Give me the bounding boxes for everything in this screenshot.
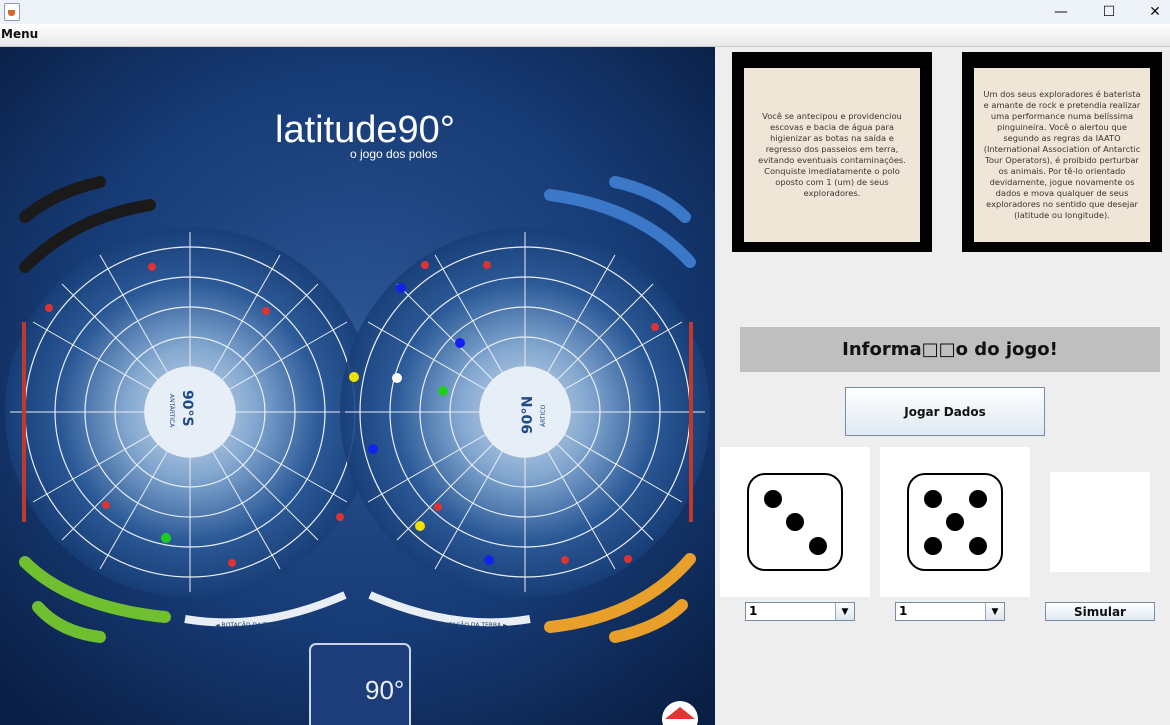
java-app-icon	[4, 3, 20, 21]
menu-item-menu[interactable]: Menu	[1, 27, 38, 41]
simulation-result-box	[1050, 472, 1150, 572]
board-image: latitude90° o jogo dos polos 90°S ANTÁRT…	[0, 47, 715, 725]
die-2	[907, 473, 1003, 571]
die-pip	[924, 537, 942, 555]
die-1-value-select[interactable]: 1 ▼	[745, 602, 855, 621]
deck-label: 90°	[365, 675, 404, 705]
rotation-label-right: ROTAÇÃO DA TERRA ►	[440, 622, 508, 629]
roll-dice-button-label: Jogar Dados	[904, 404, 986, 419]
menu-bar: Menu	[0, 24, 1170, 47]
game-board[interactable]: latitude90° o jogo dos polos 90°S ANTÁRT…	[0, 47, 715, 725]
die-2-select-value: 1	[899, 604, 908, 618]
south-pole-sublabel: ANTÁRTICA	[168, 394, 175, 428]
north-pole-sublabel: ÁRTICO	[540, 405, 547, 427]
event-card-2-text: Um dos seus exploradores é baterista e a…	[983, 89, 1141, 220]
window-titlebar: — ☐ ✕	[0, 0, 1170, 24]
north-pole-label: 90°N	[520, 396, 536, 434]
die-pip	[946, 513, 964, 531]
southern-hemisphere-globe: 90°S ANTÁRTICA	[5, 227, 375, 597]
board-title: latitude90°	[275, 109, 455, 151]
die-pip	[809, 537, 827, 555]
chevron-down-icon[interactable]: ▼	[985, 603, 1004, 620]
die-2-value-select[interactable]: 1 ▼	[895, 602, 1005, 621]
event-card-1: Você se antecipou e providenciou escovas…	[732, 52, 932, 252]
die-2-panel	[880, 447, 1030, 597]
die-1-select-value: 1	[749, 604, 758, 618]
simulate-button[interactable]: Simular	[1045, 602, 1155, 621]
northern-hemisphere-globe: 90°N ÁRTICO	[340, 227, 710, 597]
event-card-2: Um dos seus exploradores é baterista e a…	[962, 52, 1162, 252]
die-pip	[786, 513, 804, 531]
die-pip	[924, 490, 942, 508]
die-pip	[969, 490, 987, 508]
die-1-panel	[720, 447, 870, 597]
minimize-button[interactable]: —	[1038, 0, 1084, 24]
maximize-button[interactable]: ☐	[1086, 0, 1132, 24]
game-info-title: Informa□□o do jogo!	[740, 327, 1160, 372]
south-pole-label: 90°S	[179, 390, 195, 427]
die-pip	[969, 537, 987, 555]
simulate-button-label: Simular	[1074, 604, 1126, 619]
board-subtitle: o jogo dos polos	[350, 147, 437, 161]
event-card-1-text: Você se antecipou e providenciou escovas…	[758, 111, 906, 198]
roll-dice-button[interactable]: Jogar Dados	[845, 387, 1045, 436]
close-button[interactable]: ✕	[1132, 0, 1170, 24]
chevron-down-icon[interactable]: ▼	[835, 603, 854, 620]
die-1	[747, 473, 843, 571]
die-pip	[764, 490, 782, 508]
rotation-label-left: ◄ ROTAÇÃO DA TERRA	[215, 622, 284, 629]
